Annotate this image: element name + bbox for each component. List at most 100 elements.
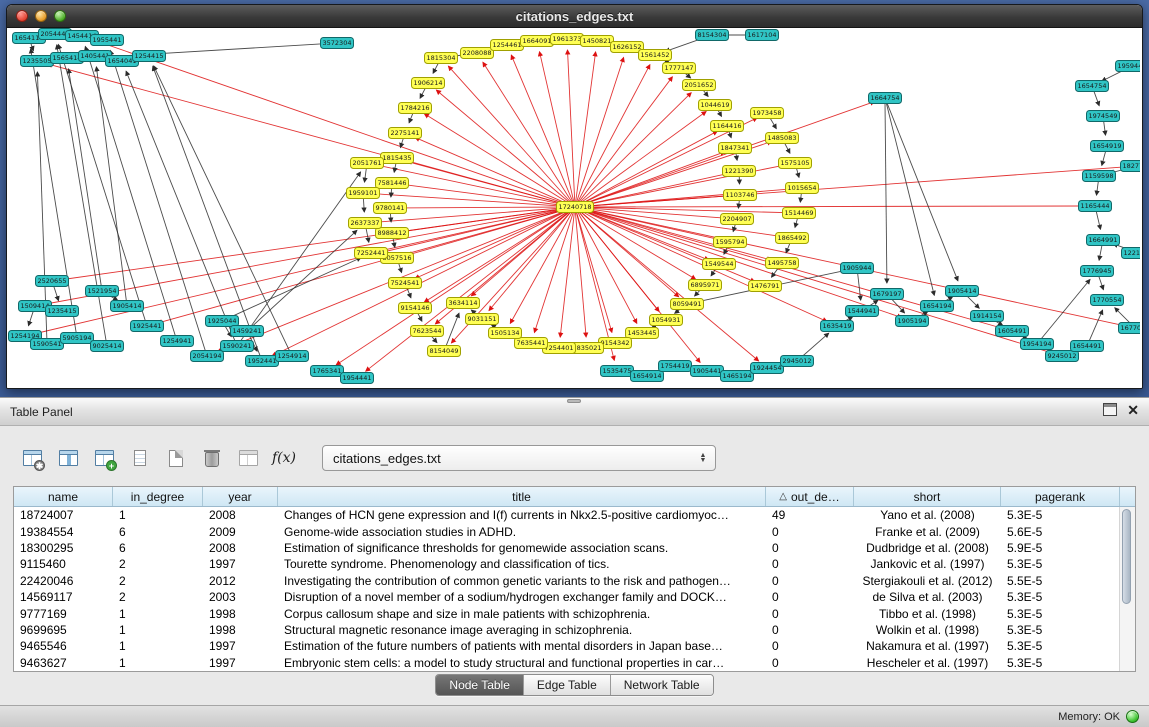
cell-title[interactable]: Genome-wide association studies in ADHD. [278,525,766,539]
graph-node[interactable]: 1770554 [1091,295,1124,306]
graph-node[interactable]: 1777147 [663,63,696,74]
graph-node[interactable]: 1654754 [1076,81,1109,92]
graph-node[interactable]: 1905414 [946,286,979,297]
graph-node[interactable]: 7635441 [515,338,548,349]
graph-node[interactable]: 1505134 [489,328,522,339]
cell-in_degree[interactable]: 1 [113,607,203,621]
graph-node[interactable]: 1961373 [551,34,584,45]
graph-node[interactable]: 1549544 [703,259,736,270]
splitter-grip[interactable] [567,399,581,403]
graph-node[interactable]: 2637337 [349,218,382,229]
graph-node[interactable]: 17240718 [557,202,594,213]
cell-title[interactable]: Estimation of the future numbers of pati… [278,639,766,653]
graph-node[interactable]: 1103746 [724,190,757,201]
import-table-button[interactable]: + [90,444,118,472]
graph-node[interactable]: 1765341 [311,366,344,377]
graph-node[interactable]: 8154304 [696,30,729,41]
graph-node[interactable]: 7581446 [376,178,409,189]
cell-name[interactable]: 9699695 [14,623,113,637]
network-canvas[interactable]: 1724071818153041906214178421622751411815… [7,28,1142,388]
graph-edge[interactable] [401,207,571,208]
graph-edge[interactable] [415,137,571,205]
graph-node[interactable]: 1952441 [246,356,279,367]
graph-node[interactable]: 1254415 [133,51,166,62]
graph-edge[interactable] [239,172,360,343]
cell-short[interactable]: Yano et al. (2008) [854,508,1001,522]
graph-edge[interactable] [448,66,572,204]
graph-node[interactable]: 6895971 [689,280,722,291]
tab-edge-table[interactable]: Edge Table [524,675,611,695]
cell-year[interactable]: 2012 [203,574,278,588]
graph-node[interactable]: 1955441 [91,35,124,46]
graph-node[interactable]: 1459241 [231,326,264,337]
cell-out_degree[interactable]: 0 [766,541,854,555]
graph-edge[interactable] [577,65,650,204]
table-row[interactable]: 946554611997Estimation of the future num… [14,638,1135,654]
cell-pagerank[interactable]: 5.3E-5 [1001,557,1120,571]
cell-name[interactable]: 19384554 [14,525,113,539]
cell-title[interactable]: Disruption of a novel member of a sodium… [278,590,766,604]
cell-in_degree[interactable]: 2 [113,557,203,571]
row-height-button[interactable] [126,444,154,472]
cell-name[interactable]: 9463627 [14,656,113,670]
graph-node[interactable]: 1954441 [341,373,374,384]
table-row[interactable]: 911546021997Tourette syndrome. Phenomeno… [14,556,1135,572]
graph-node[interactable]: 9780141 [374,203,407,214]
cell-year[interactable]: 1998 [203,623,278,637]
graph-node[interactable]: 1044619 [699,100,732,111]
cell-pagerank[interactable]: 5.3E-5 [1001,639,1120,653]
table-row[interactable]: 946362711997Embryonic stem cells: a mode… [14,655,1135,671]
cell-name[interactable]: 18300295 [14,541,113,555]
graph-edge[interactable] [578,209,695,279]
graph-edge[interactable] [576,58,623,204]
graph-node[interactable]: 1664991 [1087,235,1120,246]
graph-node[interactable]: 1221030 [1122,248,1141,259]
show-columns-button[interactable] [54,444,82,472]
graph-edge[interactable] [29,310,34,326]
cell-title[interactable]: Changes of HCN gene expression and I(f) … [278,508,766,522]
cell-out_degree[interactable]: 0 [766,656,854,670]
table-row[interactable]: 1872400712008Changes of HCN gene express… [14,507,1135,523]
graph-edge[interactable] [424,209,571,302]
cell-out_degree[interactable]: 0 [766,623,854,637]
graph-node[interactable]: 5905194 [61,333,94,344]
graph-edge[interactable] [424,114,571,205]
graph-edge[interactable] [576,211,612,333]
graph-node[interactable]: 1595794 [714,237,747,248]
table-row[interactable]: 1456911722003Disruption of a novel membe… [14,589,1135,605]
graph-edge[interactable] [37,72,47,340]
cell-short[interactable]: Stergiakouli et al. (2012) [854,574,1001,588]
graph-node[interactable]: 1905441 [691,366,724,377]
memory-ok-indicator[interactable] [1126,710,1139,723]
cell-year[interactable]: 2008 [203,508,278,522]
close-window-button[interactable] [16,10,28,22]
cell-name[interactable]: 18724007 [14,508,113,522]
graph-edge[interactable] [1096,210,1101,229]
graph-edge[interactable] [578,210,701,362]
graph-node[interactable]: 1054931 [650,315,683,326]
graph-node[interactable]: 1165444 [1079,201,1112,212]
cell-short[interactable]: Franke et al. (2009) [854,525,1001,539]
network-window-titlebar[interactable]: citations_edges.txt [7,5,1142,28]
cell-pagerank[interactable]: 5.3E-5 [1001,508,1120,522]
graph-edge[interactable] [1093,90,1099,106]
cell-in_degree[interactable]: 1 [113,639,203,653]
graph-node[interactable]: 9154146 [399,303,432,314]
graph-node[interactable]: 1635419 [821,321,854,332]
cell-year[interactable]: 1998 [203,607,278,621]
column-header-out_de[interactable]: △out_de… [766,487,854,506]
graph-node[interactable]: 1654194 [921,301,954,312]
table-options-button[interactable]: ✱ [18,444,46,472]
graph-node[interactable]: 1514469 [783,208,816,219]
graph-edge[interactable] [1097,180,1099,195]
cell-year[interactable]: 2008 [203,541,278,555]
cell-pagerank[interactable]: 5.3E-5 [1001,607,1120,621]
graph-node[interactable]: 2208088 [461,48,494,59]
graph-node[interactable]: 3572304 [321,38,354,49]
table-row[interactable]: 1938455462009Genome-wide association stu… [14,523,1135,539]
graph-node[interactable]: 1664091 [521,36,554,47]
merge-table-button[interactable] [234,444,262,472]
cell-in_degree[interactable]: 6 [113,525,203,539]
cell-year[interactable]: 2009 [203,525,278,539]
float-panel-icon[interactable] [1103,403,1117,416]
